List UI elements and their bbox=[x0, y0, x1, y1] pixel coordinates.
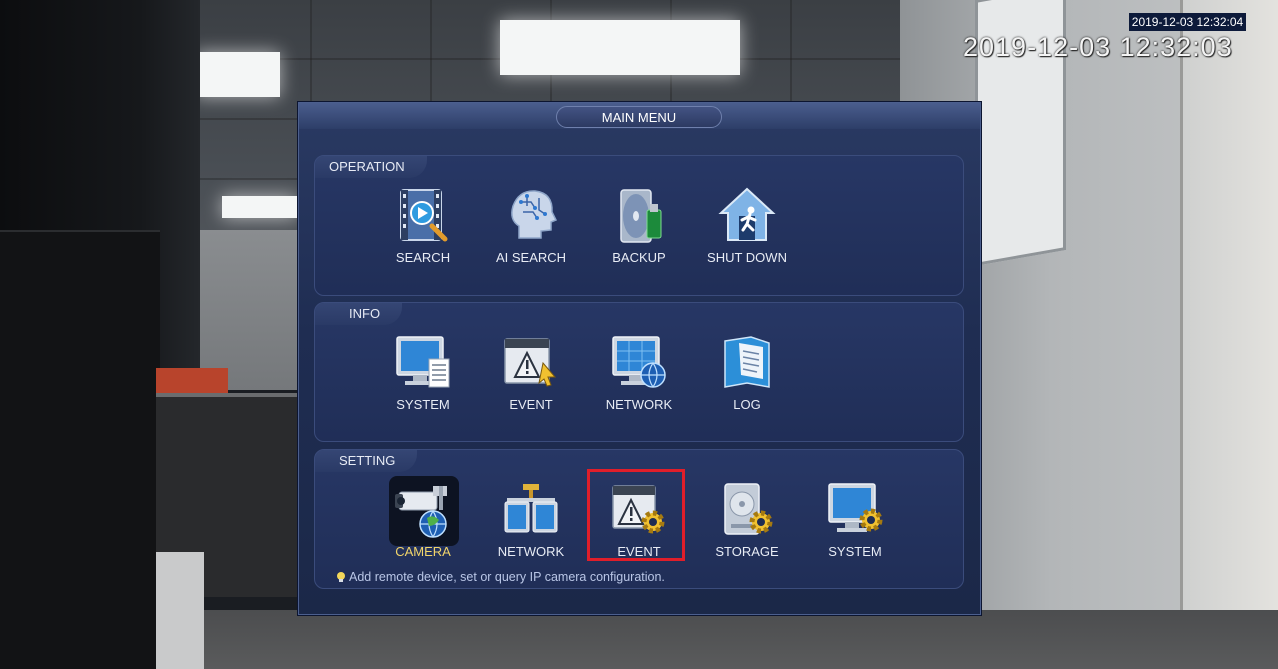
monitor-gear-icon bbox=[828, 483, 883, 532]
network-globe-icon bbox=[612, 336, 666, 388]
cabinet bbox=[0, 230, 160, 669]
menu-item-info-event[interactable]: EVENT bbox=[481, 333, 581, 425]
menu-item-shut-down[interactable]: SHUT DOWN bbox=[697, 186, 797, 278]
menu-item-label: AI SEARCH bbox=[495, 250, 567, 265]
menu-item-ai-search[interactable]: AI SEARCH bbox=[481, 186, 581, 278]
operation-section: OPERATION SEARCH AI SEARCH BACKUP SHUT D… bbox=[314, 155, 964, 296]
menu-item-label: BACKUP bbox=[612, 250, 666, 265]
camera-globe-icon bbox=[395, 486, 447, 538]
section-label-operation: OPERATION bbox=[315, 156, 427, 178]
menu-title: MAIN MENU bbox=[556, 106, 722, 128]
main-menu-window: MAIN MENU OPERATION SEARCH AI SEARCH BAC… bbox=[298, 102, 981, 615]
ceiling-light bbox=[500, 20, 740, 75]
monitor-doc-icon bbox=[396, 336, 450, 388]
film-search-icon bbox=[400, 189, 448, 242]
menu-item-label: SYSTEM bbox=[396, 397, 450, 412]
menu-item-setting-storage[interactable]: STORAGE bbox=[697, 480, 797, 572]
trash-bin bbox=[156, 552, 204, 669]
info-section: INFO SYSTEM EVENT NETWORK LOG bbox=[314, 302, 964, 442]
shutdown-house-icon bbox=[718, 187, 776, 241]
menu-item-info-system[interactable]: SYSTEM bbox=[373, 333, 473, 425]
menu-item-label: SEARCH bbox=[395, 250, 451, 265]
event-warning-icon bbox=[504, 338, 557, 387]
menu-item-setting-network[interactable]: NETWORK bbox=[481, 480, 581, 572]
ceiling-light bbox=[195, 52, 280, 97]
osd-timestamp-small: 2019-12-03 12:32:04 bbox=[1129, 13, 1246, 31]
ai-head-icon bbox=[511, 190, 558, 239]
hint-text-row: Add remote device, set or query IP camer… bbox=[335, 569, 665, 585]
storage-gear-icon bbox=[724, 483, 773, 535]
menu-item-label: LOG bbox=[733, 397, 761, 412]
hint-text: Add remote device, set or query IP camer… bbox=[349, 570, 665, 584]
menu-item-label: SYSTEM bbox=[828, 544, 882, 559]
red-box bbox=[156, 368, 228, 394]
menu-item-setting-system[interactable]: SYSTEM bbox=[805, 480, 905, 572]
menu-item-label: NETWORK bbox=[605, 397, 673, 412]
osd-timestamp-large: 2019-12-03 12:32:03 bbox=[963, 32, 1233, 62]
lightbulb-icon bbox=[337, 572, 345, 582]
menu-item-label: NETWORK bbox=[497, 544, 565, 559]
backup-disk-icon bbox=[620, 189, 662, 243]
menu-item-info-log[interactable]: LOG bbox=[697, 333, 797, 425]
menu-item-camera[interactable]: CAMERA bbox=[373, 476, 473, 572]
door bbox=[1180, 0, 1278, 669]
highlight-box bbox=[587, 469, 685, 561]
menu-item-label: EVENT bbox=[509, 397, 553, 412]
menu-item-backup[interactable]: BACKUP bbox=[589, 186, 689, 278]
menu-item-info-network[interactable]: NETWORK bbox=[589, 333, 689, 425]
section-label-info: INFO bbox=[315, 303, 403, 325]
menu-item-label: SHUT DOWN bbox=[707, 250, 787, 265]
menu-item-search[interactable]: SEARCH bbox=[373, 186, 473, 278]
log-book-icon bbox=[724, 336, 770, 388]
floor bbox=[160, 610, 1278, 669]
section-label-setting: SETTING bbox=[315, 450, 418, 472]
menu-item-label: CAMERA bbox=[395, 544, 451, 559]
ceiling-light bbox=[222, 196, 297, 218]
network-monitors-icon bbox=[504, 484, 558, 533]
menu-item-label: STORAGE bbox=[715, 544, 779, 559]
